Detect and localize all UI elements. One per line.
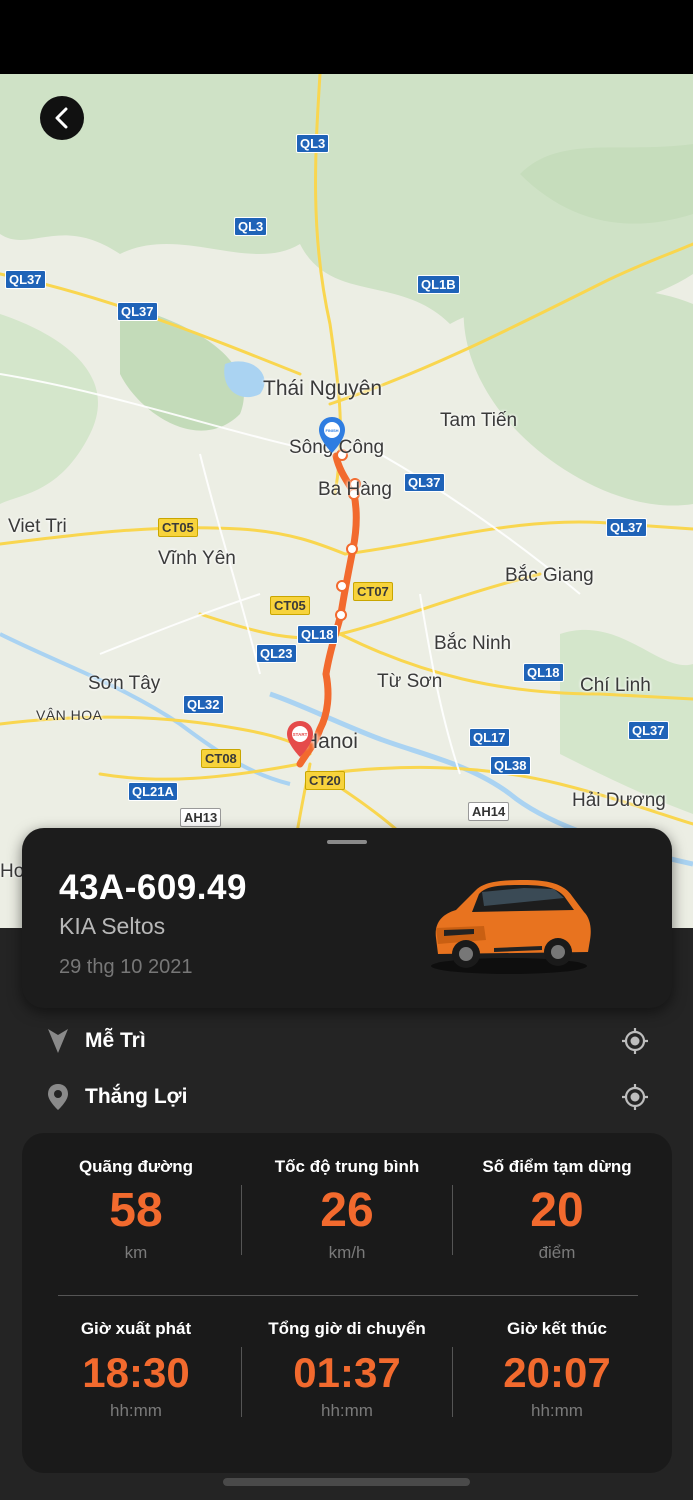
stat-title: Tốc độ trung bình [274, 1157, 420, 1176]
road-label: AH13 [180, 808, 222, 827]
place-label: Ba Hàng [318, 479, 392, 500]
road-label: QL3 [296, 134, 330, 153]
back-button[interactable] [40, 96, 84, 140]
road-label: QL38 [490, 756, 531, 775]
start-marker-icon[interactable]: START [286, 720, 314, 758]
place-label: VÂN HOA [36, 707, 103, 723]
stat-unit: hh:mm [110, 1401, 162, 1420]
stat-title: Tổng giờ di chuyển [268, 1319, 426, 1338]
stat-distance: Quãng đường 58 km [31, 1157, 241, 1263]
road-label: CT05 [158, 518, 198, 537]
stats-separator [58, 1295, 638, 1296]
stat-unit: hh:mm [531, 1401, 583, 1420]
trip-map[interactable]: QL3 QL3 QL37 QL37 QL1B QL37 CT05 CT07 CT… [0, 74, 693, 928]
stat-title: Số điểm tạm dừng [482, 1157, 632, 1176]
chevron-left-icon [55, 107, 68, 129]
road-label: QL21A [128, 782, 178, 801]
road-label: CT07 [353, 582, 393, 601]
home-indicator[interactable] [223, 1478, 470, 1486]
road-label: QL3 [234, 217, 268, 236]
stat-title: Giờ xuất phát [80, 1319, 192, 1338]
origin-marker-icon [48, 1029, 68, 1053]
stat-title: Giờ kết thúc [507, 1319, 607, 1338]
road-label: QL1B [417, 275, 460, 294]
stat-unit: điểm [538, 1243, 576, 1262]
stat-value: 20:07 [503, 1349, 611, 1396]
place-label: Bắc Giang [505, 565, 594, 586]
stat-start-time: Giờ xuất phát 18:30 hh:mm [31, 1319, 241, 1421]
trip-date: 29 thg 10 2021 [59, 956, 193, 978]
locate-destination-icon[interactable] [620, 1082, 650, 1112]
place-label: Tam Tiến [440, 410, 518, 431]
road-label: CT05 [270, 596, 310, 615]
road-label: QL37 [606, 518, 647, 537]
stat-value: 20 [530, 1184, 584, 1237]
road-label: QL37 [5, 270, 46, 289]
finish-marker-icon[interactable]: FINISH [318, 416, 346, 454]
road-label: QL17 [469, 728, 510, 747]
locate-origin-icon[interactable] [620, 1026, 650, 1056]
road-label: QL37 [117, 302, 158, 321]
stat-title: Quãng đường [78, 1157, 194, 1176]
place-label: Hải Dương [572, 790, 666, 811]
finish-marker-label: FINISH [325, 428, 338, 433]
place-label: Bắc Ninh [434, 633, 512, 654]
stat-average-speed: Tốc độ trung bình 26 km/h [242, 1157, 452, 1263]
trip-stats-card: Quãng đường 58 km Tốc độ trung bình 26 k… [22, 1133, 672, 1473]
stat-value: 58 [109, 1184, 163, 1237]
road-label: QL37 [628, 721, 669, 740]
road-label: QL18 [297, 625, 338, 644]
place-label: Vĩnh Yên [158, 548, 236, 569]
place-label: Thái Nguyên [263, 377, 383, 400]
road-label: QL37 [404, 473, 445, 492]
route-destination: Thắng Lợi [85, 1085, 188, 1108]
place-label: Viet Tri [8, 516, 67, 537]
stat-unit: km [124, 1243, 148, 1262]
road-label: CT08 [201, 749, 241, 768]
vehicle-card[interactable]: 43A-609.49 KIA Seltos 29 thg 10 2021 [22, 828, 672, 1008]
stat-unit: km/h [328, 1243, 366, 1262]
status-bar [0, 0, 693, 74]
stat-end-time: Giờ kết thúc 20:07 hh:mm [452, 1319, 662, 1421]
license-plate: 43A-609.49 [59, 868, 247, 907]
road-label: QL32 [183, 695, 224, 714]
route-destination-row[interactable]: Thắng Lợi [0, 1075, 693, 1119]
stat-total-time: Tổng giờ di chuyển 01:37 hh:mm [242, 1319, 452, 1421]
stat-unit: hh:mm [321, 1401, 373, 1420]
route-origin-row[interactable]: Mễ Trì [0, 1019, 693, 1063]
route-origin: Mễ Trì [85, 1029, 146, 1052]
place-label: Chí Linh [580, 675, 651, 696]
road-label: QL18 [523, 663, 564, 682]
road-label: AH14 [468, 802, 510, 821]
road-label: QL23 [256, 644, 297, 663]
place-label: Sơn Tây [88, 673, 161, 694]
road-label: CT20 [305, 771, 345, 790]
place-label: Từ Sơn [377, 671, 443, 692]
vehicle-model: KIA Seltos [59, 913, 166, 939]
stat-value: 26 [320, 1184, 374, 1237]
car-image [431, 880, 591, 974]
stat-value: 01:37 [293, 1349, 401, 1396]
destination-marker-icon [48, 1084, 68, 1110]
drag-handle[interactable] [327, 840, 367, 844]
stat-value: 18:30 [82, 1349, 190, 1396]
stat-stops: Số điểm tạm dừng 20 điểm [452, 1157, 662, 1263]
start-marker-label: START [293, 732, 308, 737]
